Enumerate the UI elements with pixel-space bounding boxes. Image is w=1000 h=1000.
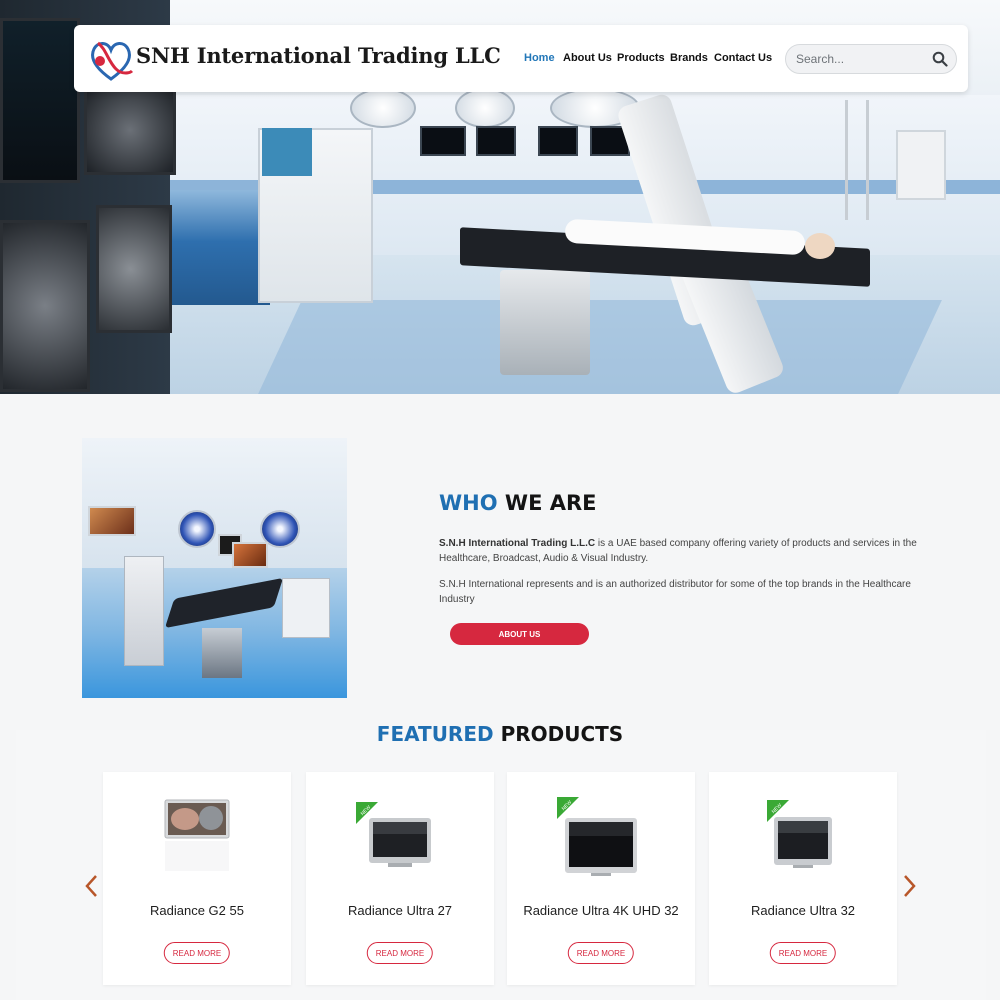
hero-monitor (96, 205, 172, 333)
read-more-button[interactable]: READ MORE (163, 942, 231, 964)
product-card[interactable]: Radiance G2 55 READ MORE (103, 772, 291, 985)
nav-brands[interactable]: Brands (670, 52, 708, 64)
product-card[interactable]: NEW Radiance Ultra 4K UHD 32 READ MORE (507, 772, 695, 985)
product-card[interactable]: NEW Radiance Ultra 32 READ MORE (709, 772, 897, 985)
featured-products-heading: FEATURED PRODUCTS (0, 722, 1000, 746)
nav-home[interactable]: Home (524, 52, 555, 64)
who-we-are-paragraph: S.N.H International Trading L.L.C is a U… (439, 536, 929, 566)
hero-ceiling-pendant (896, 130, 946, 200)
product-image (565, 818, 637, 876)
hero-monitor (84, 85, 176, 175)
hero-patient-head (805, 233, 835, 259)
nav-about-us[interactable]: About Us (563, 52, 612, 64)
or-image-lamp (178, 510, 216, 548)
hero-table-pedestal (500, 270, 590, 375)
hero-surgical-lamp (455, 88, 515, 128)
read-more-button[interactable]: READ MORE (366, 942, 434, 964)
hero-wall-monitor (538, 126, 578, 156)
product-name: Radiance Ultra 27 (347, 903, 453, 918)
read-more-button[interactable]: READ MORE (769, 942, 837, 964)
hero-wall-monitor (476, 126, 516, 156)
or-image-screen (232, 542, 268, 568)
chevron-left-icon[interactable] (80, 870, 104, 902)
read-more-button[interactable]: READ MORE (567, 942, 635, 964)
product-image (774, 817, 832, 868)
hero-monitor (0, 220, 90, 392)
heading-accent: FEATURED (376, 722, 494, 746)
new-badge: NEW (557, 797, 579, 819)
hero-monitor (0, 18, 80, 183)
heading-accent: WHO (439, 491, 498, 515)
heart-logo-icon[interactable] (86, 35, 136, 83)
hero-cart-screen (262, 128, 312, 176)
new-badge: NEW (356, 802, 378, 824)
heading-rest: WE ARE (504, 491, 597, 515)
header-bar: SNH International Trading LLC Home About… (74, 25, 968, 92)
brand-name[interactable]: SNH International Trading LLC (136, 43, 501, 68)
product-image (164, 799, 230, 871)
product-name: Radiance G2 55 (150, 903, 244, 918)
nav-products[interactable]: Products (617, 52, 665, 64)
about-us-button[interactable]: ABOUT US (450, 623, 589, 645)
hero-floor-mat (258, 300, 942, 394)
new-badge: NEW (767, 800, 789, 822)
nav-contact-us[interactable]: Contact Us (714, 52, 772, 64)
or-image-cart (124, 556, 164, 666)
search-box (785, 44, 957, 74)
who-we-are-image (82, 438, 347, 698)
product-image (369, 818, 431, 867)
company-name: S.N.H International Trading L.L.C (439, 538, 596, 549)
or-image-cart (282, 578, 330, 638)
product-card[interactable]: NEW Radiance Ultra 27 READ MORE (306, 772, 494, 985)
chevron-right-icon[interactable] (897, 870, 921, 902)
product-name: Radiance Ultra 4K UHD 32 (523, 903, 679, 918)
who-we-are-heading: WHO WE ARE (439, 491, 597, 515)
or-image-table-base (202, 628, 242, 678)
search-input[interactable] (796, 50, 926, 68)
who-we-are-paragraph: S.N.H International represents and is an… (439, 579, 911, 605)
hero-surgical-lamp (350, 88, 416, 128)
hero-pendant-rail (845, 100, 869, 220)
or-image-table (164, 577, 284, 629)
or-image-screen (88, 506, 136, 536)
hero-wall-monitor (420, 126, 466, 156)
product-name: Radiance Ultra 32 (750, 903, 856, 918)
or-image-wall (82, 438, 347, 568)
search-icon[interactable] (932, 51, 948, 67)
heading-rest: PRODUCTS (500, 722, 624, 746)
